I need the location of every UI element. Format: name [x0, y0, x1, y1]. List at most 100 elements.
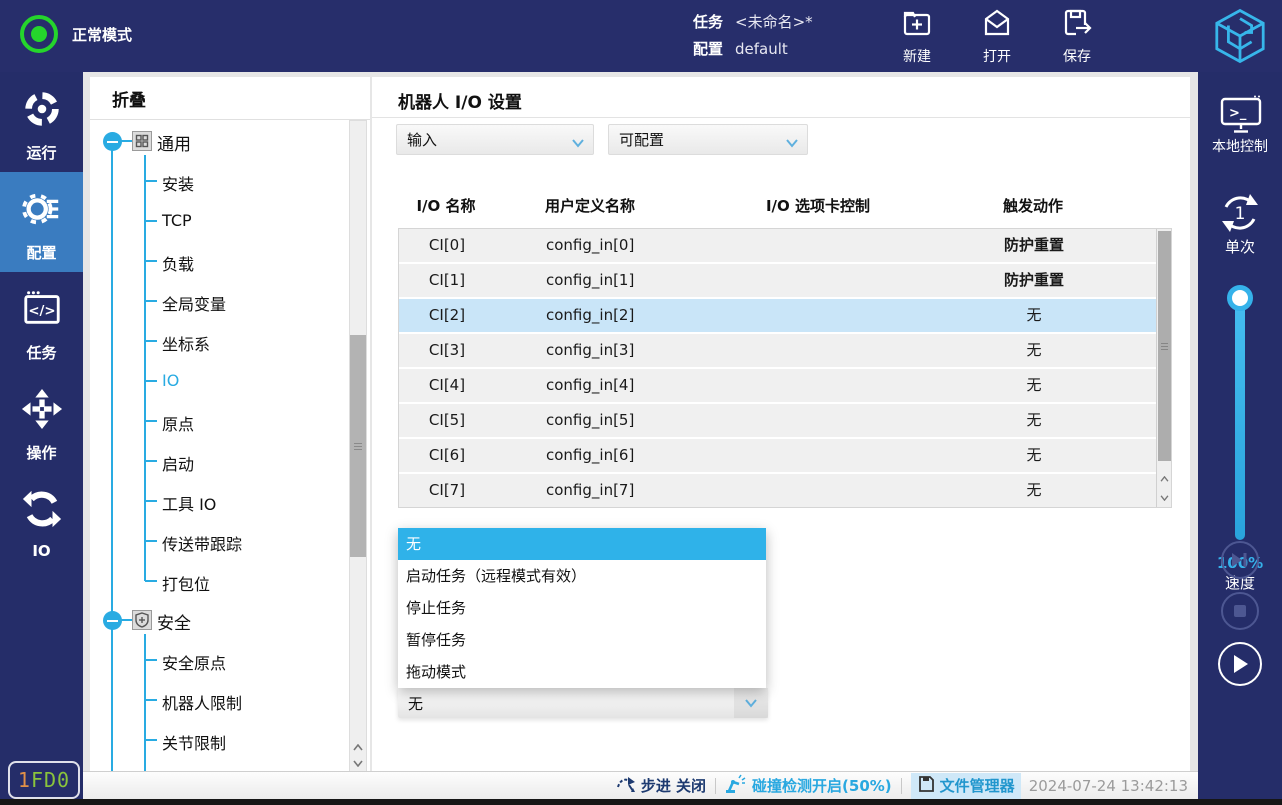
tree-item[interactable]: TCP — [162, 211, 192, 230]
tree-item[interactable]: 关节限制 — [162, 730, 226, 754]
io-name-cell: CI[1] — [399, 264, 495, 297]
tree-item[interactable]: 打包位 — [162, 571, 210, 595]
tree-item[interactable]: 全局变量 — [162, 291, 226, 315]
open-button[interactable]: 打开 — [965, 8, 1029, 66]
tree-item[interactable]: 安全原点 — [162, 650, 226, 674]
table-row[interactable]: CI[2]config_in[2]无 — [399, 299, 1156, 334]
tree-item[interactable]: IO — [162, 371, 179, 390]
sidebar-item-task[interactable]: </> 任务 — [0, 272, 83, 372]
table-row[interactable]: CI[6]config_in[6]无 — [399, 439, 1156, 474]
tree-collapse-toggle[interactable] — [103, 132, 122, 151]
speed-slider-track[interactable] — [1235, 298, 1245, 540]
tree-item[interactable]: 负载 — [162, 251, 194, 275]
tree-connector — [145, 300, 157, 302]
table-row[interactable]: CI[4]config_in[4]无 — [399, 369, 1156, 404]
config-value: default — [735, 36, 788, 63]
column-header-user-name: 用户定义名称 — [545, 195, 635, 216]
tree-group-1[interactable]: 安全 — [157, 609, 191, 634]
tab-control-cell — [699, 264, 939, 297]
dropdown-option[interactable]: 停止任务 — [398, 592, 766, 624]
grid-icon — [132, 131, 152, 151]
code-window-icon: </> — [21, 288, 63, 334]
io-direction-select[interactable]: 输入 — [396, 124, 594, 155]
badge-suffix: FD0 — [31, 768, 70, 792]
tree-header[interactable]: 折叠 — [90, 77, 370, 120]
collision-detection-status[interactable]: 碰撞检测开启(50%) — [725, 774, 892, 798]
tree-item[interactable]: 启动 — [162, 451, 194, 475]
sidebar-item-run[interactable]: 运行 — [0, 72, 83, 172]
tree-scrollbar-thumb[interactable] — [350, 335, 366, 557]
tree-item[interactable]: 原点 — [162, 411, 194, 435]
table-scrollbar-thumb[interactable] — [1158, 231, 1171, 461]
table-scrollbar-track[interactable] — [1156, 229, 1171, 507]
io-name-cell: CI[4] — [399, 369, 495, 402]
sidebar-item-io[interactable]: IO — [0, 472, 83, 572]
tree-group-0[interactable]: 通用 — [157, 130, 191, 155]
new-button[interactable]: 新建 — [885, 8, 949, 66]
collision-detection-label: 碰撞检测开启(50%) — [752, 775, 892, 796]
table-row[interactable]: CI[0]config_in[0]防护重置 — [399, 229, 1156, 264]
tree-item[interactable]: 机器人限制 — [162, 690, 242, 714]
sidebar-item-config[interactable]: 配置 — [0, 172, 83, 272]
brand-logo — [1212, 7, 1268, 65]
config-label: 配置 — [693, 36, 723, 63]
table-scroll-down-icon[interactable] — [1158, 488, 1171, 507]
trigger-cell: 无 — [939, 369, 1129, 402]
tree-connector — [145, 420, 157, 422]
step-mode-status[interactable]: 步进 关闭 — [616, 775, 706, 797]
table-row[interactable]: CI[3]config_in[3]无 — [399, 334, 1156, 369]
tree-connector — [145, 180, 157, 182]
tree-item[interactable]: 坐标系 — [162, 331, 210, 355]
table-row[interactable]: CI[1]config_in[1]防护重置 — [399, 264, 1156, 299]
tree-scroll-up-icon[interactable] — [350, 740, 366, 755]
sidebar-item-label: 操作 — [26, 442, 56, 463]
sidebar-item-label: IO — [32, 542, 50, 560]
tree-connector — [145, 739, 157, 741]
user-name-cell: config_in[2] — [546, 299, 634, 332]
local-control-icon[interactable]: >_ — [1218, 94, 1264, 138]
table-scroll-up-icon[interactable] — [1158, 469, 1171, 488]
dropdown-option[interactable]: 拖动模式 — [398, 656, 766, 688]
io-type-select[interactable]: 可配置 — [608, 124, 808, 155]
stop-button[interactable] — [1221, 592, 1259, 630]
speed-slider-knob[interactable] — [1227, 285, 1253, 311]
tab-control-cell — [699, 299, 939, 332]
single-cycle-label: 单次 — [1198, 236, 1282, 257]
tab-control-cell — [699, 229, 939, 262]
sidebar-item-operate[interactable]: 操作 — [0, 372, 83, 472]
dropdown-option[interactable]: 无 — [398, 528, 766, 560]
save-button[interactable]: 保存 — [1045, 8, 1109, 66]
tree-item[interactable]: 安装 — [162, 171, 194, 195]
trigger-cell: 无 — [939, 439, 1129, 472]
trigger-cell: 无 — [939, 474, 1129, 507]
status-divider — [901, 778, 902, 794]
tree-item[interactable]: 工具 IO — [162, 491, 216, 515]
step-arrow-icon — [616, 775, 636, 797]
status-bar: 步进 关闭 碰撞检测开启(50%) 文件管理器 — [83, 771, 1198, 799]
file-manager-button[interactable]: 文件管理器 — [911, 773, 1021, 799]
table-row[interactable]: CI[7]config_in[7]无 — [399, 474, 1156, 507]
io-name-cell: CI[3] — [399, 334, 495, 367]
io-direction-value: 输入 — [407, 129, 437, 150]
table-row[interactable]: CI[5]config_in[5]无 — [399, 404, 1156, 439]
tree-branch-line — [144, 634, 146, 771]
tree-connector — [145, 659, 157, 661]
single-cycle-icon[interactable]: 1 — [1217, 190, 1263, 240]
tree-connector — [145, 699, 157, 701]
io-table: CI[0]config_in[0]防护重置CI[1]config_in[1]防护… — [398, 228, 1172, 508]
dropdown-option[interactable]: 启动任务（远程模式有效） — [398, 560, 766, 592]
play-button[interactable] — [1218, 642, 1262, 686]
skip-next-button[interactable] — [1221, 541, 1259, 579]
system-timestamp: 2024-07-24 13:42:13 — [1029, 777, 1188, 795]
dropdown-option[interactable]: 暂停任务 — [398, 624, 766, 656]
io-name-cell: CI[2] — [399, 299, 495, 332]
tree-connector — [145, 540, 157, 542]
trigger-action-select[interactable]: 无 — [398, 688, 768, 718]
tree-collapse-toggle[interactable] — [103, 611, 122, 630]
tree-item[interactable]: 传送带跟踪 — [162, 531, 242, 555]
tree-scroll-down-icon[interactable] — [350, 756, 366, 771]
io-name-cell: CI[5] — [399, 404, 495, 437]
save-button-label: 保存 — [1063, 46, 1091, 66]
user-name-cell: config_in[0] — [546, 229, 634, 262]
right-control-sidebar: >_ 本地控制 1 单次 100% 速度 — [1198, 72, 1282, 805]
